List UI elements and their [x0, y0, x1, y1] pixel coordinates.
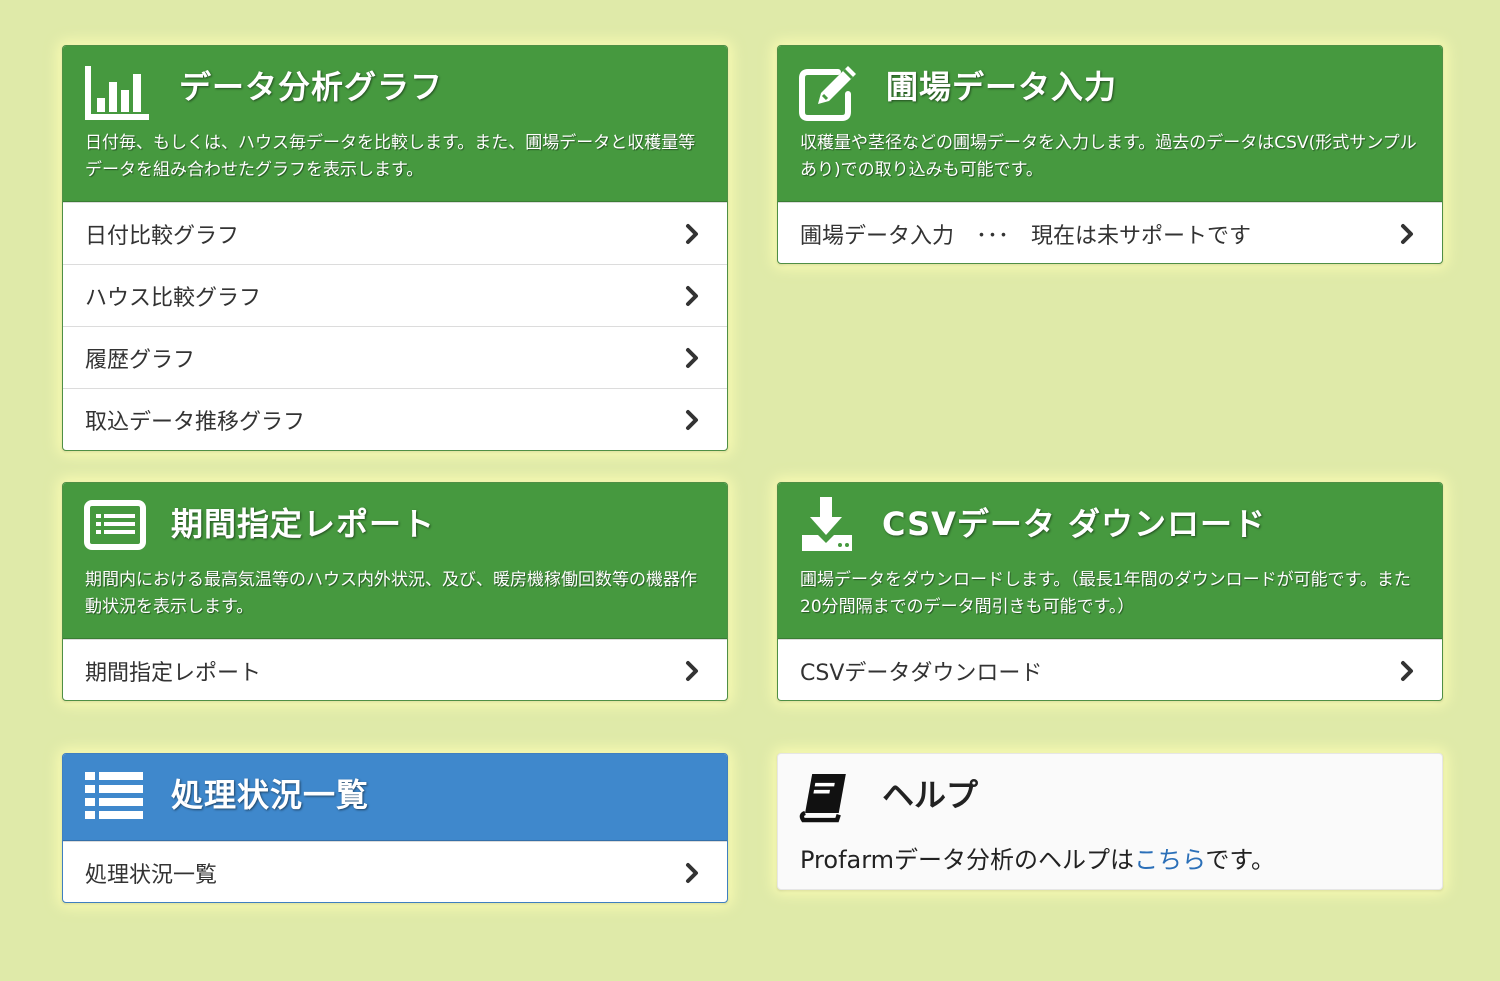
menu-item-label: 取込データ推移グラフ — [85, 409, 306, 435]
help-text: Profarmデータ分析のヘルプはこちらです。 — [800, 840, 1275, 875]
panel-description: 期間内における最高気温等のハウス内外状況、及び、暖房機稼働回数等の機器作動状況を… — [85, 570, 697, 617]
report-list-icon — [84, 500, 146, 550]
chevron-right-icon — [1401, 660, 1413, 681]
help-link[interactable]: こちら — [1134, 846, 1205, 874]
bar-chart-icon — [85, 66, 149, 120]
panel-title: 圃場データ入力 — [886, 68, 1118, 106]
panel-data-analysis-graph: データ分析グラフ 日付毎、もしくは、ハウス毎データを比較します。また、圃場データ… — [62, 45, 728, 451]
edit-icon — [799, 66, 856, 121]
chevron-right-icon — [686, 347, 698, 368]
chevron-right-icon — [686, 285, 698, 306]
panel-description: 圃場データをダウンロードします。（最長1年間のダウンロードが可能です。また20分… — [800, 570, 1411, 617]
chevron-right-icon — [686, 409, 698, 430]
panel-header-csv: CSVデータ ダウンロード 圃場データをダウンロードします。（最長1年間のダウン… — [778, 483, 1442, 639]
menu-item-field-data-input[interactable]: 圃場データ入力 ･･･ 現在は未サポートです — [778, 202, 1442, 263]
panel-title: ヘルプ — [882, 776, 979, 814]
panel-title: 期間指定レポート — [171, 505, 436, 543]
menu-item-label: 期間指定レポート — [85, 660, 262, 686]
download-icon — [802, 497, 852, 551]
menu-item-date-comparison[interactable]: 日付比較グラフ — [63, 202, 727, 264]
panel-description: 日付毎、もしくは、ハウス毎データを比較します。また、圃場データと収穫量等データを… — [85, 133, 696, 180]
chevron-right-icon — [1401, 223, 1413, 244]
chevron-right-icon — [686, 862, 698, 883]
panel-header-field-input: 圃場データ入力 収穫量や茎径などの圃場データを入力します。過去のデータはCSV(… — [778, 46, 1442, 202]
menu-item-processing-status[interactable]: 処理状況一覧 — [63, 841, 727, 902]
menu-item-label: ハウス比較グラフ — [85, 285, 262, 311]
menu-item-csv-download[interactable]: CSVデータダウンロード — [778, 639, 1442, 700]
panel-period-report: 期間指定レポート 期間内における最高気温等のハウス内外状況、及び、暖房機稼働回数… — [62, 482, 728, 701]
menu-item-house-comparison[interactable]: ハウス比較グラフ — [63, 264, 727, 326]
menu-item-label: 圃場データ入力 ･･･ 現在は未サポートです — [800, 223, 1252, 249]
menu-item-import-trend-graph[interactable]: 取込データ推移グラフ — [63, 388, 727, 450]
menu-item-label: 日付比較グラフ — [85, 223, 240, 249]
menu-item-label: 処理状況一覧 — [85, 862, 218, 888]
chevron-right-icon — [686, 660, 698, 681]
help-text-after: です。 — [1205, 846, 1275, 874]
panel-title: 処理状況一覧 — [171, 776, 370, 814]
menu-item-history-graph[interactable]: 履歴グラフ — [63, 326, 727, 388]
panel-header-status: 処理状況一覧 — [63, 754, 727, 841]
panel-title: データ分析グラフ — [179, 68, 444, 106]
menu-item-label: CSVデータダウンロード — [800, 660, 1043, 686]
menu-item-label: 履歴グラフ — [85, 347, 196, 373]
list-icon — [85, 772, 143, 819]
panel-csv-download: CSVデータ ダウンロード 圃場データをダウンロードします。（最長1年間のダウン… — [777, 482, 1443, 701]
panel-help: ヘルプ Profarmデータ分析のヘルプはこちらです。 — [777, 753, 1443, 890]
panel-header-report: 期間指定レポート 期間内における最高気温等のハウス内外状況、及び、暖房機稼働回数… — [63, 483, 727, 639]
panel-description: 収穫量や茎径などの圃場データを入力します。過去のデータはCSV(形式サンプルあり… — [800, 133, 1417, 180]
chevron-right-icon — [686, 223, 698, 244]
panel-header-graph: データ分析グラフ 日付毎、もしくは、ハウス毎データを比較します。また、圃場データ… — [63, 46, 727, 202]
book-icon — [799, 773, 846, 823]
help-text-before: Profarmデータ分析のヘルプは — [800, 846, 1135, 874]
panel-processing-status: 処理状況一覧 処理状況一覧 — [62, 753, 728, 903]
panel-field-data-input: 圃場データ入力 収穫量や茎径などの圃場データを入力します。過去のデータはCSV(… — [777, 45, 1443, 264]
panel-title: CSVデータ ダウンロード — [882, 505, 1267, 543]
menu-item-period-report[interactable]: 期間指定レポート — [63, 639, 727, 700]
